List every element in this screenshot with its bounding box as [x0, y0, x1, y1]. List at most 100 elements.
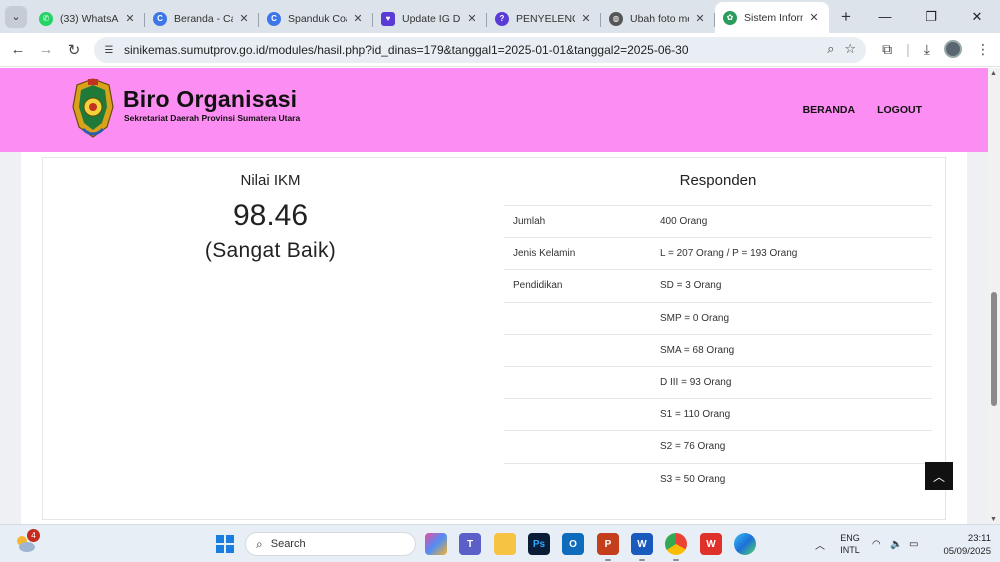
- volume-icon[interactable]: 🔈: [890, 525, 902, 562]
- battery-icon[interactable]: ▭: [909, 525, 918, 562]
- close-icon[interactable]: ✕: [693, 12, 707, 25]
- tab-sistem-informasi[interactable]: ✿ Sistem Informasi ✕: [715, 2, 829, 33]
- heart-shield-icon: ♥: [381, 11, 395, 26]
- tab-ubah-foto[interactable]: ◍ Ubah foto menjadi ✕: [601, 4, 715, 33]
- bookmark-star-icon[interactable]: ☆: [844, 41, 856, 57]
- browser-toolbar: ← → ↻ ☰ sinikemas.sumutprov.go.id/module…: [0, 33, 1000, 67]
- window-controls: — ❐ ✕: [862, 0, 1000, 33]
- province-emblem-icon: [72, 78, 114, 138]
- row-label: [504, 333, 651, 367]
- clock-time: 23:11: [967, 533, 991, 544]
- language-label: ENG: [840, 533, 860, 543]
- responden-title: Responden: [679, 172, 757, 189]
- new-tab-plus-icon[interactable]: +: [833, 4, 859, 30]
- row-label: [504, 365, 651, 399]
- tab-update-ig[interactable]: ♥ Update IG Dinas ✕: [373, 4, 487, 33]
- tab-penyelenggara[interactable]: ? PENYELENGGARA ✕: [487, 4, 601, 33]
- main-menu: BERANDA LOGOUT: [803, 104, 922, 116]
- page-scrollbar[interactable]: ▲ ▼: [988, 68, 1000, 524]
- kebab-menu-icon[interactable]: ⋮: [976, 41, 990, 58]
- close-icon[interactable]: ✕: [465, 12, 479, 25]
- chevron-up-icon: ︿: [932, 469, 945, 484]
- table-row: S2 = 76 Orang: [504, 430, 932, 463]
- download-icon[interactable]: ⤓: [924, 41, 930, 58]
- tab-whatsapp[interactable]: ✆ (33) WhatsApp ✕: [31, 4, 145, 33]
- windows-taskbar: 4 ⌕ Search T Ps O P W W ︿ ENG INTL ◠ 🔈 ▭…: [0, 524, 1000, 562]
- close-icon[interactable]: ✕: [807, 11, 821, 24]
- edge-icon[interactable]: [734, 533, 756, 555]
- tab-label: (33) WhatsApp: [60, 12, 119, 25]
- row-value: S1 = 110 Orang: [651, 398, 932, 431]
- ikm-title: Nilai IKM: [240, 172, 301, 189]
- photoshop-icon[interactable]: Ps: [528, 533, 550, 555]
- scrollbar-thumb[interactable]: [991, 292, 997, 406]
- word-icon[interactable]: W: [631, 533, 653, 561]
- form-icon: ?: [495, 11, 509, 26]
- profile-avatar[interactable]: [944, 40, 962, 58]
- menu-beranda[interactable]: BERANDA: [803, 104, 856, 116]
- scroll-to-top-button[interactable]: ︿: [925, 462, 953, 490]
- row-value: S3 = 50 Orang: [651, 462, 932, 496]
- row-label: Pendidikan: [504, 269, 651, 303]
- result-card: Nilai IKM 98.46 (Sangat Baik) Responden …: [42, 157, 946, 520]
- browser-tab-strip: ⌄ ✆ (33) WhatsApp ✕ C Beranda - Canva ✕ …: [0, 0, 1000, 33]
- close-icon[interactable]: ✕: [237, 12, 251, 25]
- url-text[interactable]: sinikemas.sumutprov.go.id/modules/hasil.…: [124, 43, 689, 57]
- forward-arrow-icon[interactable]: →: [32, 41, 60, 58]
- close-icon[interactable]: ✕: [579, 12, 593, 25]
- tab-canva-spanduk[interactable]: C Spanduk Coach ✕: [259, 4, 373, 33]
- window-close-icon[interactable]: ✕: [954, 0, 1000, 33]
- windows-start-icon[interactable]: [216, 535, 234, 553]
- search-icon: ⌕: [256, 536, 263, 551]
- row-label: [504, 430, 651, 463]
- responden-table: Jumlah 400 Orang Jenis Kelamin L = 207 Ora…: [504, 204, 932, 496]
- row-label: Jumlah: [504, 204, 651, 238]
- site-info-icon[interactable]: ☰: [100, 41, 118, 59]
- powerpoint-icon[interactable]: P: [597, 533, 619, 561]
- ikm-section: Nilai IKM 98.46 (Sangat Baik): [43, 158, 498, 263]
- clock-date: 05/09/2025: [943, 546, 991, 557]
- tray-chevron-up-icon[interactable]: ︿: [815, 525, 825, 562]
- back-arrow-icon[interactable]: ←: [4, 41, 32, 58]
- close-icon[interactable]: ✕: [123, 12, 137, 25]
- reload-icon[interactable]: ↻: [60, 41, 88, 59]
- taskbar-search[interactable]: ⌕ Search: [245, 532, 416, 556]
- web-page: Biro Organisasi Sekretariat Daerah Provi…: [0, 68, 988, 524]
- search-placeholder: Search: [270, 538, 306, 550]
- content-container: Nilai IKM 98.46 (Sangat Baik) Responden …: [21, 152, 967, 524]
- tab-canva-beranda[interactable]: C Beranda - Canva ✕: [145, 4, 259, 33]
- teams-icon[interactable]: T: [459, 533, 481, 555]
- row-value: SMA = 68 Orang: [651, 333, 932, 367]
- file-explorer-icon[interactable]: [494, 533, 516, 555]
- responden-section: Responden Jumlah 400 Orang Jenis Kelamin L…: [504, 158, 932, 496]
- close-icon[interactable]: ✕: [351, 12, 365, 25]
- chrome-icon[interactable]: [665, 533, 687, 561]
- site-subtitle: Sekretariat Daerah Provinsi Sumatera Uta…: [124, 113, 301, 123]
- table-row: S3 = 50 Orang: [504, 462, 932, 496]
- table-row: SMP = 0 Orang: [504, 301, 932, 335]
- wps-office-icon[interactable]: W: [700, 533, 722, 555]
- keyboard-label: INTL: [840, 545, 860, 555]
- language-indicator[interactable]: ENG INTL: [835, 532, 865, 556]
- system-clock[interactable]: 23:11 05/09/2025: [925, 532, 991, 558]
- tab-label: Update IG Dinas: [402, 12, 461, 25]
- site-header: Biro Organisasi Sekretariat Daerah Provi…: [0, 68, 988, 152]
- extensions-puzzle-icon[interactable]: ⧉: [882, 41, 892, 58]
- weather-widget[interactable]: 4: [14, 529, 40, 555]
- wifi-icon[interactable]: ◠: [872, 525, 881, 562]
- row-value: 400 Orang: [651, 204, 932, 238]
- outlook-icon[interactable]: O: [562, 533, 584, 555]
- restore-icon[interactable]: ❐: [908, 0, 954, 33]
- address-bar[interactable]: ☰ sinikemas.sumutprov.go.id/modules/hasi…: [94, 37, 866, 63]
- row-value: D III = 93 Orang: [651, 365, 932, 399]
- zoom-icon[interactable]: ⌕: [827, 41, 834, 57]
- row-label: [504, 462, 651, 496]
- menu-logout[interactable]: LOGOUT: [877, 104, 922, 116]
- scroll-up-arrow-icon[interactable]: ▲: [990, 70, 997, 77]
- tab-search-chevron-icon[interactable]: ⌄: [5, 5, 27, 28]
- copilot-icon[interactable]: [425, 533, 447, 555]
- row-label: [504, 398, 651, 431]
- minimize-icon[interactable]: —: [862, 0, 908, 33]
- scroll-down-arrow-icon[interactable]: ▼: [990, 516, 997, 523]
- tab-label: PENYELENGGARA: [516, 12, 575, 25]
